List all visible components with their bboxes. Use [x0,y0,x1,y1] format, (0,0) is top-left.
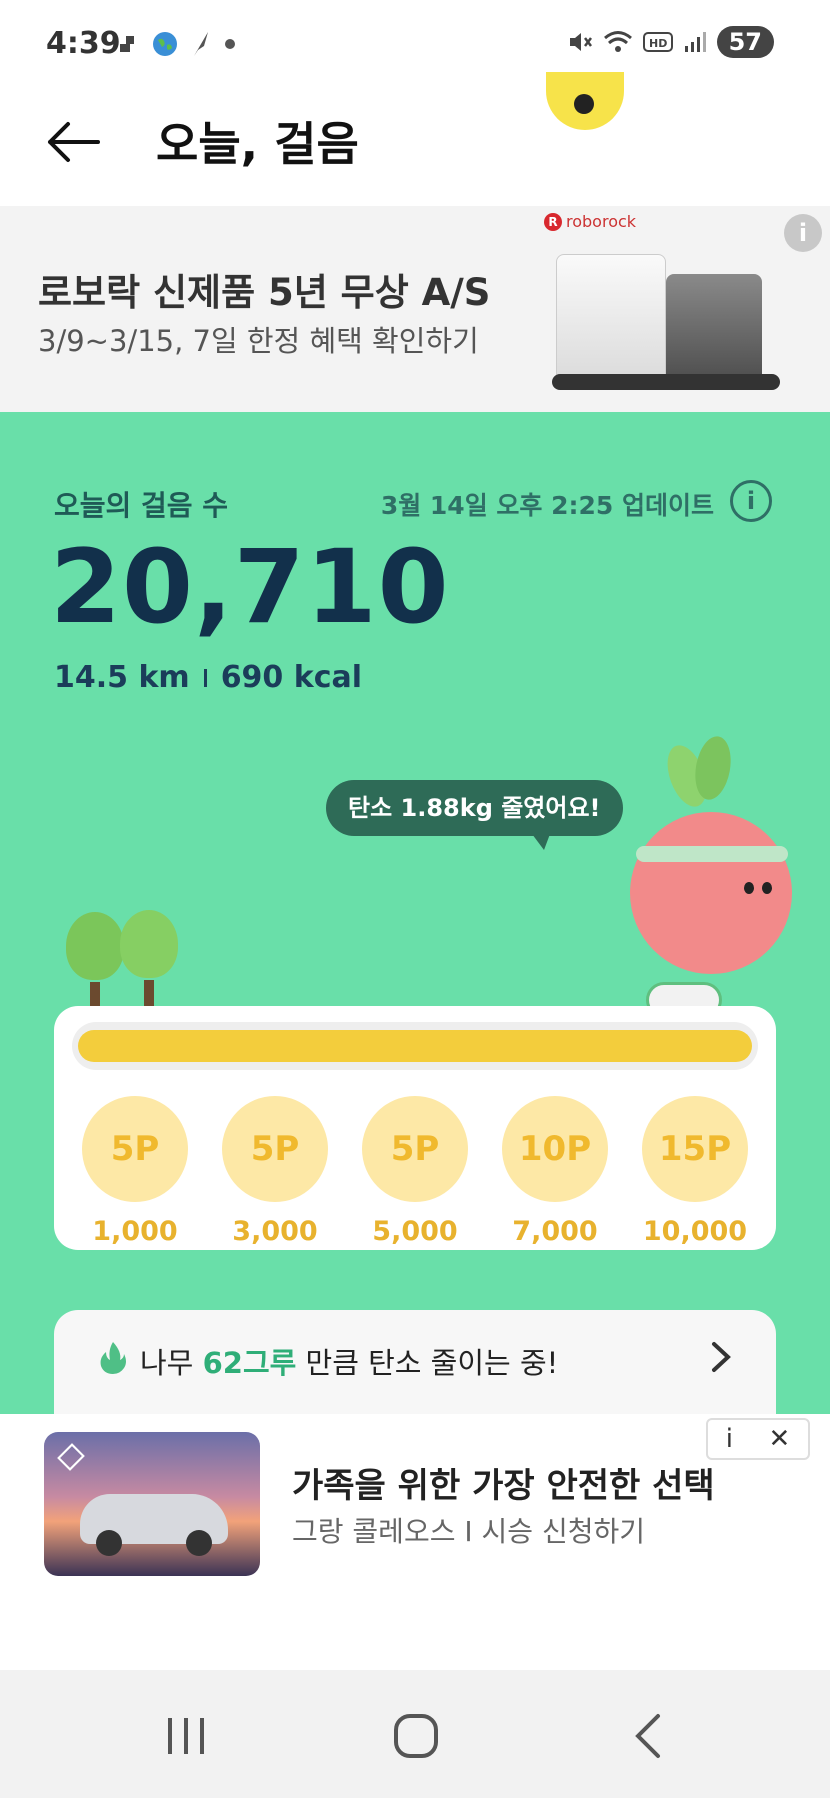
carbon-tree-row[interactable]: 나무 62그루 만큼 탄소 줄이는 중! [54,1310,776,1414]
point-coin: 5P [362,1096,468,1202]
brand-logo: R roborock [544,212,636,231]
status-bar: 4:39 HD 57 [0,0,830,92]
step-threshold: 10,000 [642,1216,748,1247]
tree-count: 62그루 [202,1346,297,1380]
floating-camera-bubble[interactable] [546,72,624,130]
brand-name: roborock [566,212,637,231]
wifi-icon [603,31,632,52]
carbon-suffix: 만큼 탄소 줄이는 중! [296,1346,559,1380]
product-image-white [556,254,666,390]
point-coin: 5P [82,1096,188,1202]
product-image-dark [666,274,762,388]
top-ad-subtitle: 3/9~3/15, 7일 한정 혜택 확인하기 [38,324,479,358]
status-right-icons: HD 57 [567,26,774,58]
bottom-ad-subtitle: 그랑 콜레오스 I 시승 신청하기 [292,1515,645,1548]
mascot-eye [744,882,754,894]
bottom-ad-title: 가족을 위한 가장 안전한 선택 [292,1466,715,1506]
signal-icon [684,32,706,52]
milestone-item[interactable]: 5P 5,000 [360,1096,470,1247]
arrow-left-icon [48,122,100,162]
battery-indicator: 57 [716,26,774,58]
ad-controls: i ✕ [706,1418,810,1460]
milestone-item[interactable]: 15P 10,000 [640,1096,750,1247]
home-icon [394,1714,438,1758]
progress-fill [78,1030,752,1062]
milestone-list: 5P 1,000 5P 3,000 5P 5,000 10P 7,000 15P… [80,1096,750,1247]
meta-divider [203,668,207,687]
mascot-eye [762,882,772,894]
car-wheel [96,1530,122,1556]
milestone-item[interactable]: 5P 3,000 [220,1096,330,1247]
point-coin: 15P [642,1096,748,1202]
update-time: 3월 14일 오후 2:25 업데이트 [380,491,714,520]
calories-value: 690 kcal [220,660,363,695]
home-button[interactable] [386,1706,446,1766]
mascot-headband [636,846,788,862]
mute-icon [569,33,592,51]
progress-card: 5P 1,000 5P 3,000 5P 5,000 10P 7,000 15P… [54,1006,776,1250]
back-chevron-icon [635,1714,660,1758]
ad-info-button[interactable]: i [726,1424,733,1454]
back-nav-button[interactable] [618,1706,678,1766]
recent-apps-button[interactable] [156,1706,216,1766]
point-coin: 5P [222,1096,328,1202]
status-left-icons [120,30,236,58]
car-ad-image [44,1432,260,1576]
tree-icon [120,910,178,1010]
flame-icon [100,1342,126,1374]
renault-logo-icon [57,1443,85,1471]
radish-mascot [630,733,792,974]
tree-crown [66,912,124,980]
distance-value: 14.5 km [54,660,190,695]
milestone-item[interactable]: 5P 1,000 [80,1096,190,1247]
page-title: 오늘, 걸음 [156,117,359,171]
hd-icon: HD [642,32,673,52]
progress-bar [72,1022,758,1070]
svg-text:HD: HD [649,37,667,50]
ad-info-button[interactable]: i [784,214,822,252]
back-button[interactable] [44,112,104,172]
carbon-prefix: 나무 [140,1346,203,1380]
dot-icon [225,39,235,49]
step-threshold: 5,000 [372,1216,458,1247]
status-time: 4:39 [46,26,121,61]
product-base [552,374,780,390]
bottom-ad-banner[interactable]: 가족을 위한 가장 안전한 선택 그랑 콜레오스 I 시승 신청하기 i ✕ [0,1414,830,1670]
notification-icon [120,36,134,52]
recent-apps-icon [168,1718,204,1754]
system-nav-bar [0,1670,830,1798]
top-ad-title: 로보락 신제품 5년 무상 A/S [38,271,491,314]
steps-section: 오늘의 걸음 수 3월 14일 오후 2:25 업데이트 i 20,710 14… [0,412,830,1414]
top-ad-banner[interactable]: 로보락 신제품 5년 무상 A/S 3/9~3/15, 7일 한정 혜택 확인하… [0,206,830,412]
step-threshold: 7,000 [512,1216,598,1247]
steps-count: 20,710 [50,528,450,647]
step-threshold: 1,000 [92,1216,178,1247]
chevron-right-icon [712,1342,731,1372]
roborock-mark-icon: R [544,212,562,231]
info-icon[interactable]: i [730,480,772,522]
carbon-bubble: 탄소 1.88kg 줄였어요! [326,780,623,850]
steps-label: 오늘의 걸음 수 [54,489,229,522]
tree-crown [120,910,178,978]
point-coin: 10P [502,1096,608,1202]
feather-icon [194,32,208,56]
milestone-item[interactable]: 10P 7,000 [500,1096,610,1247]
car-wheel [186,1530,212,1556]
tree-icon [66,912,124,1012]
carbon-row-text: 나무 62그루 만큼 탄소 줄이는 중! [140,1340,558,1382]
globe-icon [153,32,177,56]
app-header: 오늘, 걸음 [0,72,830,204]
step-threshold: 3,000 [232,1216,318,1247]
steps-meta: 14.5 km 690 kcal [54,660,362,695]
ad-close-button[interactable]: ✕ [768,1424,790,1454]
